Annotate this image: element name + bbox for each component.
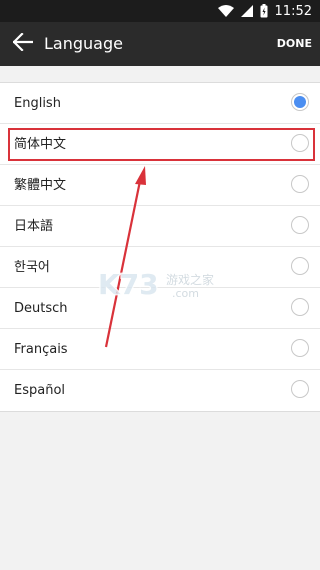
language-row-simplified-chinese[interactable]: 简体中文 <box>0 124 320 165</box>
radio-button[interactable] <box>291 134 309 152</box>
language-label: Deutsch <box>14 301 68 316</box>
radio-button-selected[interactable] <box>291 93 309 111</box>
radio-button[interactable] <box>291 298 309 316</box>
language-row-french[interactable]: Français <box>0 329 320 370</box>
signal-icon <box>240 5 253 17</box>
language-row-japanese[interactable]: 日本語 <box>0 206 320 247</box>
app-bar: Language DONE <box>0 22 320 66</box>
radio-button[interactable] <box>291 339 309 357</box>
language-row-korean[interactable]: 한국어 <box>0 247 320 288</box>
language-label: 简体中文 <box>14 137 67 152</box>
language-row-german[interactable]: Deutsch <box>0 288 320 329</box>
status-icons: 11:52 <box>217 0 312 22</box>
radio-button[interactable] <box>291 175 309 193</box>
done-button[interactable]: DONE <box>277 22 312 66</box>
radio-button[interactable] <box>291 380 309 398</box>
page-title: Language <box>44 34 123 53</box>
language-row-spanish[interactable]: Español <box>0 370 320 411</box>
battery-icon <box>260 4 268 18</box>
language-list: English 简体中文 繁體中文 日本語 한국어 Deutsch França… <box>0 82 320 412</box>
back-button[interactable] <box>8 29 38 59</box>
language-row-traditional-chinese[interactable]: 繁體中文 <box>0 165 320 206</box>
language-label: Español <box>14 383 66 398</box>
radio-button[interactable] <box>291 257 309 275</box>
status-time: 11:52 <box>274 3 312 19</box>
radio-button[interactable] <box>291 216 309 234</box>
language-label: Français <box>14 342 68 357</box>
language-label: 日本語 <box>14 219 54 234</box>
language-row-english[interactable]: English <box>0 83 320 124</box>
wifi-icon <box>217 5 234 17</box>
language-label: 한국어 <box>14 260 50 275</box>
language-label: 繁體中文 <box>14 178 67 193</box>
arrow-back-icon <box>12 32 34 55</box>
status-bar: 11:52 <box>0 0 320 22</box>
language-label: English <box>14 96 61 111</box>
